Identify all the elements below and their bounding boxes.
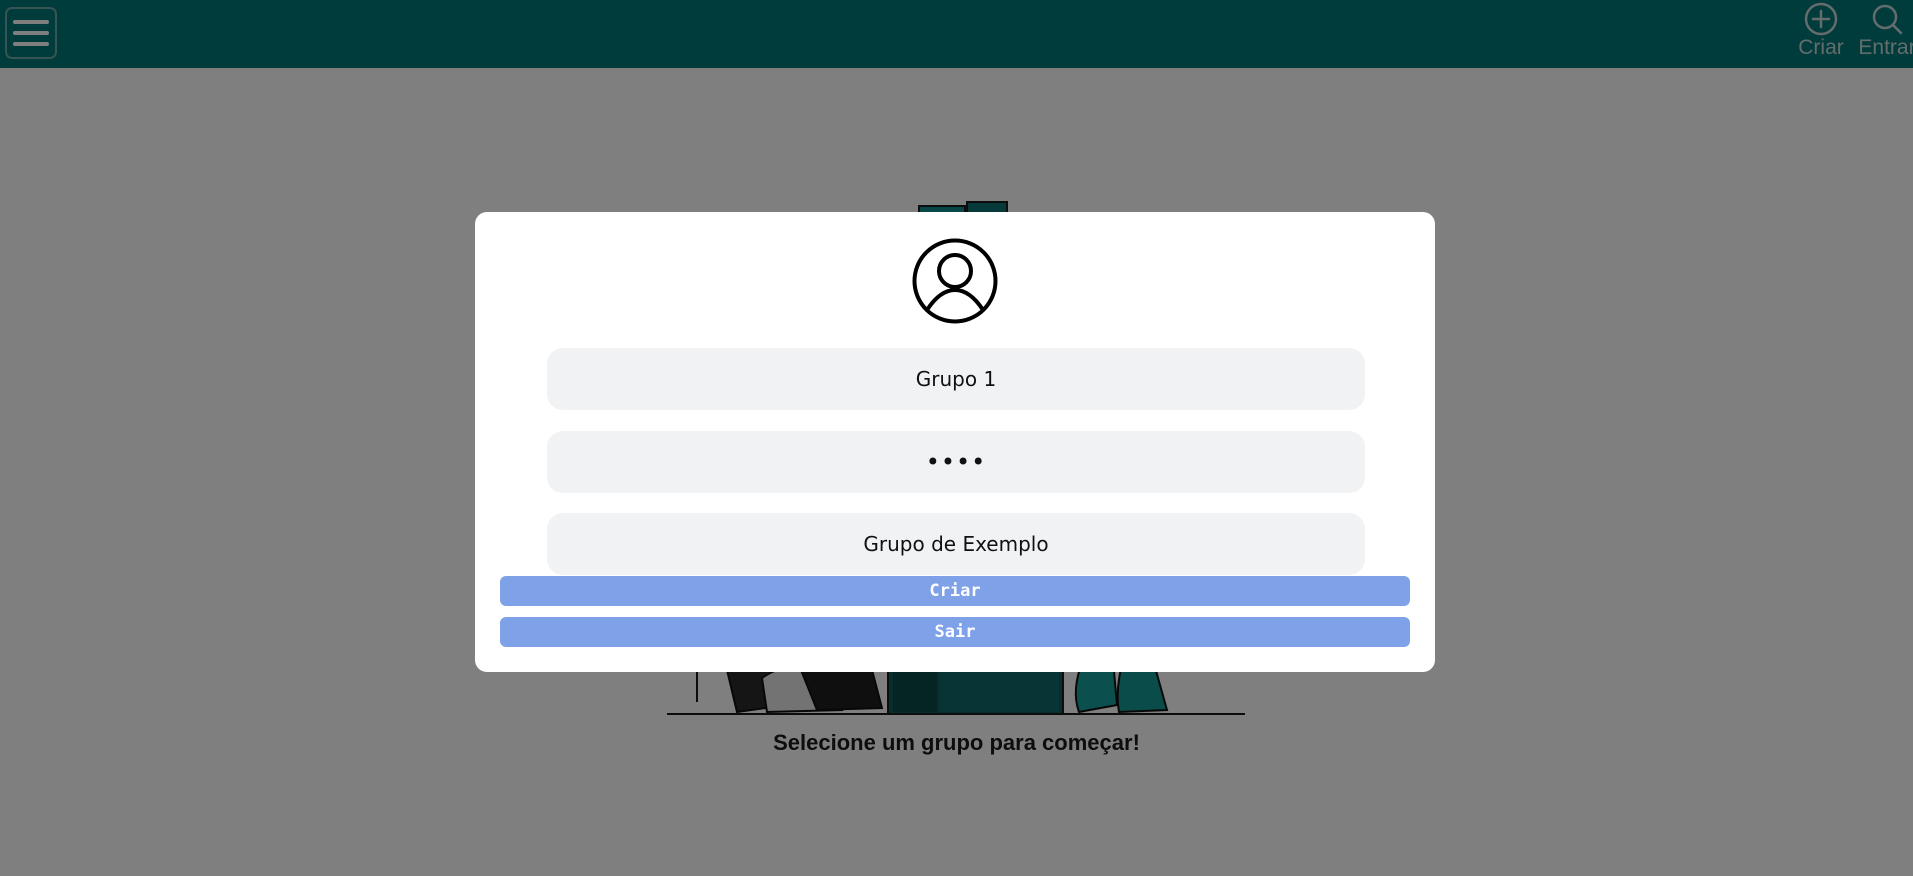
group-name-field[interactable] (547, 348, 1365, 410)
exit-button[interactable]: Sair (500, 617, 1410, 647)
create-button[interactable]: Criar (500, 576, 1410, 606)
group-description-field[interactable] (547, 513, 1365, 575)
create-group-modal: Criar Sair (475, 212, 1435, 672)
user-circle-icon (912, 238, 998, 324)
group-password-field[interactable] (547, 431, 1365, 493)
